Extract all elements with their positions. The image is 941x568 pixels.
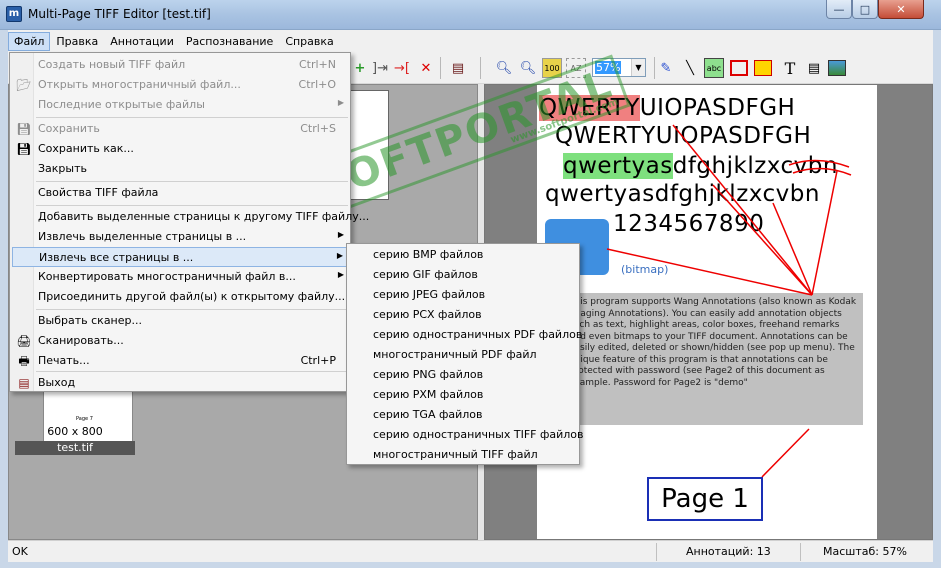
menu-item-exit[interactable]: ▤ Выход	[12, 373, 348, 393]
menu-item-close[interactable]: Закрыть	[12, 159, 348, 179]
window-title: Multi-Page TIFF Editor [test.tif]	[28, 7, 211, 21]
submenu-item-single-pdf[interactable]: серию одностраничных PDF файлов	[349, 325, 582, 345]
note-icon[interactable]: ▤	[804, 58, 824, 78]
submenu-item-jpeg[interactable]: серию JPEG файлов	[349, 285, 577, 305]
scan-icon: 🖨︎	[16, 334, 32, 348]
menu-item-recent[interactable]: Последние открытые файлы ▶	[12, 95, 348, 115]
submenu-item-multi-tiff[interactable]: многостраничный TIFF файл	[349, 445, 577, 465]
submenu-item-pxm[interactable]: серию PXM файлов	[349, 385, 577, 405]
document-page: QWERTYUIOPASDFGH QWERTYUIOPASDFGH qwerty…	[537, 85, 877, 539]
save-as-icon: 💾︎	[16, 142, 32, 156]
submenu-arrow-icon: ▶	[337, 230, 344, 239]
thumbnail-page-label: Page 7	[76, 416, 93, 422]
thumbnail-size: 600 x 800	[47, 425, 103, 438]
menu-item-extract-selected[interactable]: Извлечь выделенные страницы в ... ▶	[12, 227, 348, 247]
menu-help[interactable]: Справка	[279, 32, 339, 51]
zoom-select[interactable]: 57% ▼	[592, 58, 646, 77]
printer-icon: 🖶︎	[18, 354, 30, 368]
status-annotations: Аннотаций: 13	[686, 545, 771, 558]
line-icon[interactable]: ╲	[680, 58, 700, 78]
menu-item-print[interactable]: 🖶︎ Печать... Ctrl+P	[12, 351, 348, 371]
insert-page-icon[interactable]: →[	[392, 58, 412, 78]
menu-bar: Файл Правка Аннотации Распознавание Спра…	[8, 30, 933, 52]
submenu-item-multi-pdf[interactable]: многостраничный PDF файл	[349, 345, 577, 365]
menu-item-attach[interactable]: Присоединить другой файл(ы) к открытому …	[12, 287, 348, 307]
status-text: OK	[12, 545, 28, 558]
submenu-item-pcx[interactable]: серию PCX файлов	[349, 305, 577, 325]
exit-icon: ▤	[18, 376, 30, 390]
submenu-item-tga[interactable]: серию TGA файлов	[349, 405, 577, 425]
app-icon: m	[6, 6, 22, 22]
menu-edit[interactable]: Правка	[50, 32, 104, 51]
submenu-item-png[interactable]: серию PNG файлов	[349, 365, 577, 385]
menu-item-save[interactable]: 💾︎ Сохранить Ctrl+S	[12, 119, 348, 139]
status-bar: OK Аннотаций: 13 Масштаб: 57%	[8, 540, 933, 562]
maximize-button[interactable]: □	[852, 0, 878, 19]
folder-open-icon: 📂︎	[16, 78, 32, 92]
chevron-down-icon: ▼	[631, 59, 645, 76]
floppy-icon: 💾︎	[16, 122, 32, 136]
menu-item-convert[interactable]: Конвертировать многостраничный файл в...…	[12, 267, 348, 287]
submenu-arrow-icon: ▶	[336, 251, 343, 260]
menu-item-extract-all[interactable]: Извлечь все страницы в ... ▶	[12, 247, 348, 267]
submenu-item-single-tiff[interactable]: серию одностраничных TIFF файлов	[349, 425, 584, 445]
image-icon[interactable]	[828, 60, 846, 76]
submenu-arrow-icon: ▶	[337, 270, 344, 279]
menu-item-scan[interactable]: 🖨︎ Сканировать...	[12, 331, 348, 351]
status-zoom: Масштаб: 57%	[823, 545, 907, 558]
fit-page-icon[interactable]: AZ	[566, 58, 586, 78]
rectangle-icon[interactable]	[730, 60, 748, 76]
submenu-item-bmp[interactable]: серию BMP файлов	[349, 245, 577, 265]
remove-page-icon[interactable]: ]⇥	[370, 58, 390, 78]
menu-item-properties[interactable]: Свойства TIFF файла	[12, 183, 348, 203]
zoom-value: 57%	[595, 61, 622, 74]
title-bar: m Multi-Page TIFF Editor [test.tif] — □ …	[0, 0, 941, 30]
text-icon[interactable]: T	[780, 58, 800, 78]
zoom-out-icon[interactable]: 🔍︎	[494, 58, 514, 78]
zoom-in-icon[interactable]: 🔍︎	[518, 58, 538, 78]
menu-item-save-as[interactable]: 💾︎ Сохранить как...	[12, 139, 348, 159]
actual-size-icon[interactable]: 100	[542, 58, 562, 78]
menu-recognition[interactable]: Распознавание	[180, 32, 279, 51]
pencil-icon[interactable]: ✎	[656, 58, 676, 78]
scanner-icon[interactable]: ▤	[448, 58, 468, 78]
menu-item-open[interactable]: 📂︎ Открыть многостраничный файл... Ctrl+O	[12, 75, 348, 95]
menu-item-scanner[interactable]: Выбрать сканер...	[12, 311, 348, 331]
thumbnail-filename[interactable]: test.tif	[15, 441, 135, 455]
delete-icon[interactable]: ✕	[416, 58, 436, 78]
menu-item-new[interactable]: Создать новый TIFF файл Ctrl+N	[12, 55, 348, 75]
annotation-lines	[606, 124, 852, 478]
add-page-icon[interactable]: +	[350, 58, 370, 78]
menu-annotations[interactable]: Аннотации	[104, 32, 180, 51]
minimize-button[interactable]: —	[826, 0, 852, 19]
close-button[interactable]: ✕	[878, 0, 924, 19]
filled-rectangle-icon[interactable]	[754, 60, 772, 76]
submenu-item-gif[interactable]: серию GIF файлов	[349, 265, 577, 285]
menu-file[interactable]: Файл	[8, 31, 51, 51]
extract-all-submenu: серию BMP файлов серию GIF файлов серию …	[346, 243, 584, 465]
menu-item-add-pages[interactable]: Добавить выделенные страницы к другому T…	[12, 207, 369, 227]
submenu-arrow-icon: ▶	[337, 98, 344, 107]
file-menu: Создать новый TIFF файл Ctrl+N 📂︎ Открыть…	[9, 52, 369, 393]
text-highlight-icon[interactable]: abc	[704, 58, 724, 78]
